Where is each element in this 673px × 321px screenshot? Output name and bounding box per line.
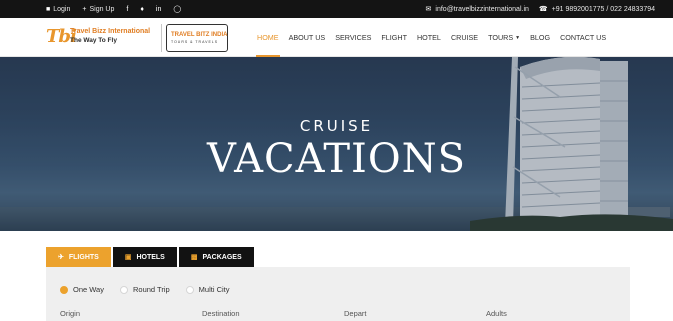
chevron-down-icon: ▼ [515, 34, 521, 41]
partner-logo-name: TRAVEL BITZ INDIA [171, 32, 228, 38]
nav-about-us-label: ABOUT US [288, 33, 326, 42]
partner-logo: TRAVEL BITZ INDIA TOURS & TRAVELS [166, 24, 228, 52]
plus-icon: + [82, 5, 87, 13]
nav-home-label: HOME [257, 33, 279, 42]
nav-tours[interactable]: TOURS ▼ [483, 18, 525, 57]
trip-multi-city-label: Multi City [198, 285, 230, 294]
trip-type-group: One Way Round Trip Multi City [60, 285, 230, 294]
trip-one-way-label: One Way [73, 285, 104, 294]
tab-flights[interactable]: ✈ FLIGHTS [46, 247, 111, 267]
destination-label: Destination [202, 309, 240, 318]
logo-name: Travel Bizz International [70, 28, 151, 35]
tab-flights-label: FLIGHTS [68, 253, 99, 261]
nav-contact-us-label: CONTACT US [560, 33, 607, 42]
tab-hotels-label: HOTELS [136, 253, 165, 261]
site-header: Tbi Travel Bizz International The Way To… [0, 18, 673, 57]
suitcase-icon: ▩ [190, 254, 198, 261]
main-nav: HOME ABOUT US SERVICES FLIGHT HOTEL CRUI… [252, 18, 611, 57]
logo[interactable]: Tbi Travel Bizz International The Way To… [46, 24, 158, 52]
adults-label: Adults [486, 309, 507, 318]
plane-icon: ✈ [58, 254, 64, 261]
login-link[interactable]: ■ Login [46, 6, 70, 13]
signup-label: Sign Up [89, 5, 115, 13]
partner-logo-sub: TOURS & TRAVELS [171, 40, 219, 44]
nav-hotel[interactable]: HOTEL [412, 18, 446, 57]
hero-subtitle: CRUISE [299, 117, 374, 135]
login-label: Login [53, 5, 71, 13]
hero-banner: CRUISE VACATIONS [0, 57, 673, 231]
tab-packages-label: PACKAGES [202, 253, 242, 261]
top-bar: ■ Login + Sign Up f ♦ in ◯ ✉ info@travel… [0, 0, 673, 18]
building-icon: ▣ [124, 254, 132, 261]
phone-link[interactable]: ☎ +91 9892001775 / 022 24833794 [539, 6, 655, 13]
depart-label: Depart [344, 309, 367, 318]
nav-hotel-label: HOTEL [416, 33, 441, 42]
twitter-icon[interactable]: ♦ [140, 6, 144, 13]
nav-blog[interactable]: BLOG [525, 18, 555, 57]
nav-services-label: SERVICES [335, 33, 372, 42]
trip-round-trip-label: Round Trip [132, 285, 170, 294]
flight-search-panel: One Way Round Trip Multi City Origin Des… [46, 267, 630, 321]
nav-blog-label: BLOG [530, 33, 551, 42]
facebook-icon[interactable]: f [126, 6, 128, 13]
nav-services[interactable]: SERVICES [330, 18, 376, 57]
booking-section: ✈ FLIGHTS ▣ HOTELS ▩ PACKAGES One Way Ro… [0, 231, 673, 321]
instagram-icon[interactable]: ◯ [173, 6, 181, 13]
top-bar-right: ✉ info@travelbizzinternational.in ☎ +91 … [426, 0, 655, 18]
nav-cruise-label: CRUISE [450, 33, 479, 42]
email-text: info@travelbizzinternational.in [435, 5, 529, 13]
origin-label: Origin [60, 309, 81, 318]
radio-one-way[interactable] [60, 285, 68, 294]
envelope-icon: ✉ [425, 5, 432, 13]
trip-round-trip[interactable]: Round Trip [119, 285, 170, 294]
logo-divider [161, 24, 162, 52]
nav-home[interactable]: HOME [252, 18, 284, 57]
signup-link[interactable]: + Sign Up [82, 6, 114, 13]
logo-tagline: The Way To Fly [70, 37, 117, 44]
linkedin-icon[interactable]: in [156, 6, 161, 13]
hero-title: VACATIONS [206, 136, 467, 182]
lock-icon: ■ [46, 5, 51, 13]
tab-hotels[interactable]: ▣ HOTELS [112, 247, 177, 267]
phone-text: +91 9892001775 / 022 24833794 [551, 5, 655, 13]
nav-flight[interactable]: FLIGHT [376, 18, 412, 57]
email-link[interactable]: ✉ info@travelbizzinternational.in [426, 6, 529, 13]
top-bar-left: ■ Login + Sign Up f ♦ in ◯ [46, 0, 181, 18]
nav-contact-us[interactable]: CONTACT US [555, 18, 611, 57]
phone-icon: ☎ [538, 5, 548, 13]
booking-tabs: ✈ FLIGHTS ▣ HOTELS ▩ PACKAGES [46, 247, 254, 267]
nav-flight-label: FLIGHT [381, 33, 407, 42]
nav-about-us[interactable]: ABOUT US [284, 18, 331, 57]
trip-one-way[interactable]: One Way [60, 285, 104, 294]
nav-tours-label: TOURS [488, 33, 514, 42]
radio-round-trip[interactable] [119, 285, 128, 294]
tab-packages[interactable]: ▩ PACKAGES [178, 247, 254, 267]
trip-multi-city[interactable]: Multi City [185, 285, 230, 294]
nav-cruise[interactable]: CRUISE [446, 18, 483, 57]
radio-multi-city[interactable] [185, 285, 194, 294]
